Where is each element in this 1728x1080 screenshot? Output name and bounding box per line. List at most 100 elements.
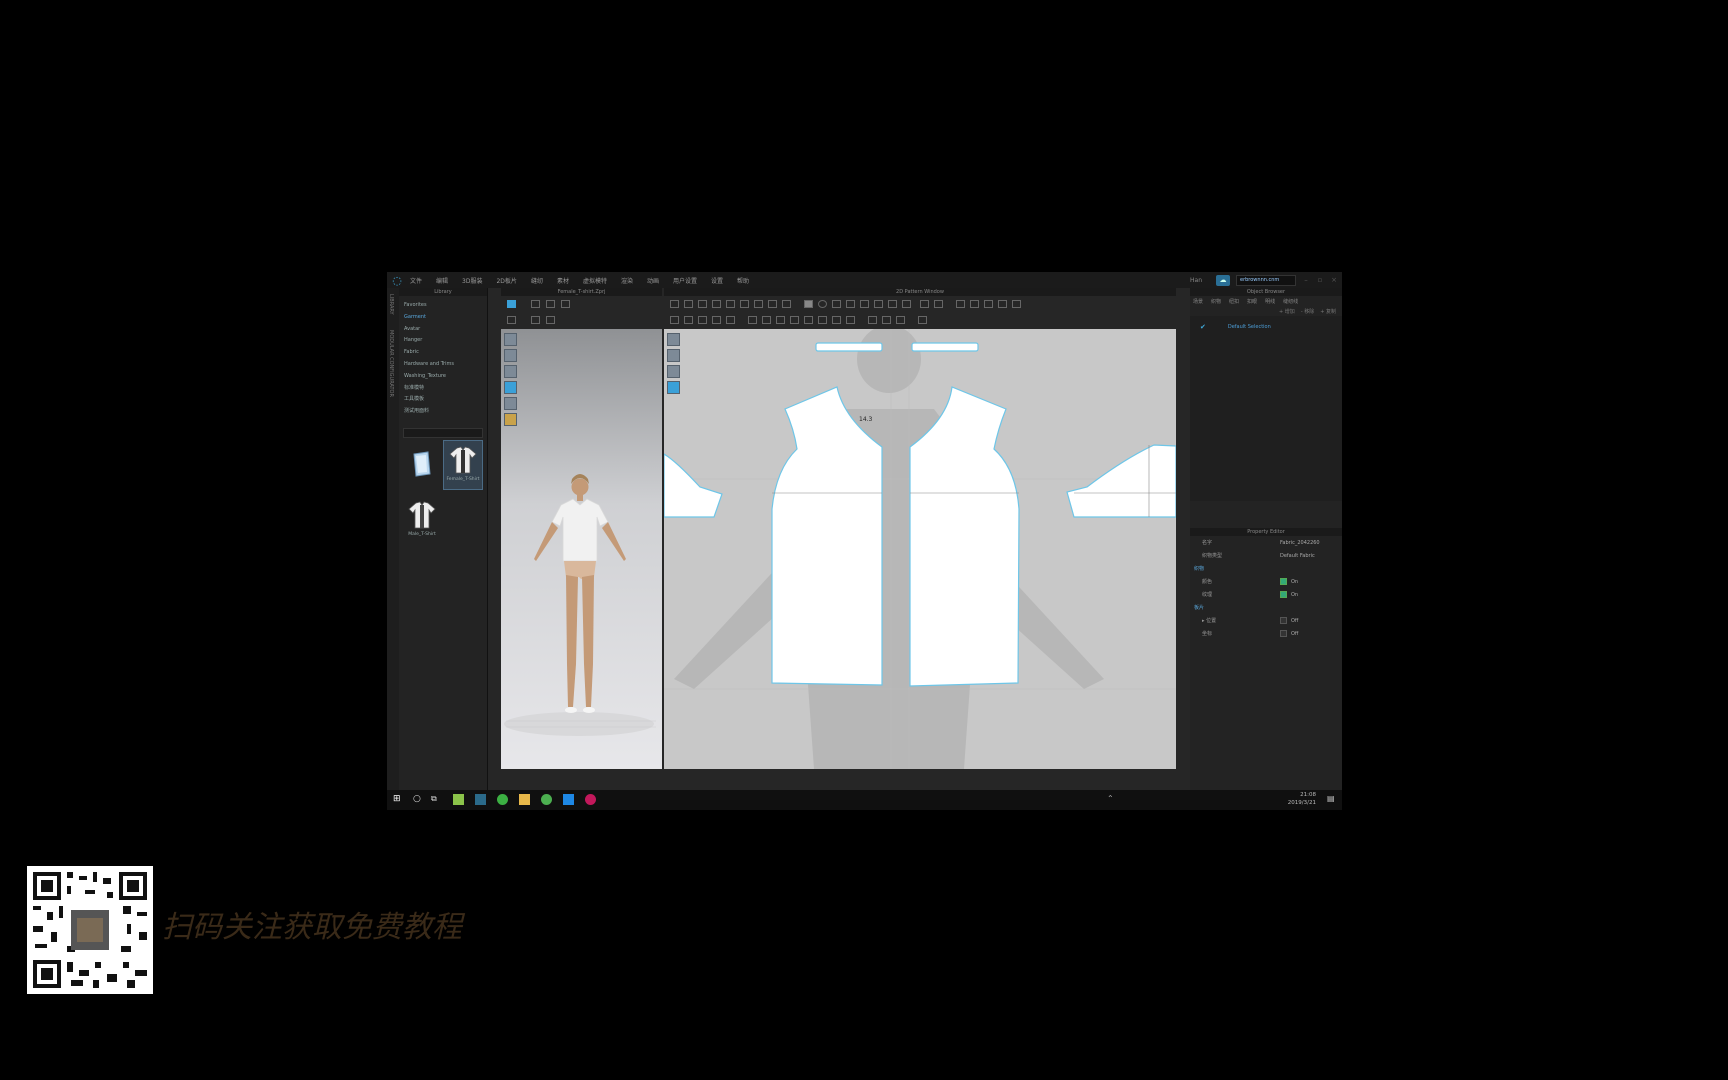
- tab-sewing-line[interactable]: 缝纫线: [1283, 298, 1298, 305]
- tab-scene[interactable]: 场景: [1193, 298, 1203, 305]
- edit-pattern-icon[interactable]: [684, 300, 693, 308]
- thumbnail-folder[interactable]: [403, 444, 441, 492]
- menu-user-settings[interactable]: 用户设置: [673, 276, 697, 285]
- symmetry-icon[interactable]: [934, 300, 943, 308]
- account-selector[interactable]: erbrownnn.cnm: [1236, 274, 1296, 286]
- clo3d-taskbar-icon[interactable]: [475, 794, 486, 805]
- trace-icon[interactable]: [888, 300, 897, 308]
- puckering-icon[interactable]: [776, 316, 785, 324]
- library-item-hanger[interactable]: Hanger: [404, 335, 482, 347]
- seamline-icon[interactable]: [818, 316, 827, 324]
- menu-settings[interactable]: 设置: [711, 276, 723, 285]
- library-item-fabric[interactable]: Fabric: [404, 347, 482, 359]
- tab-modular-configurator[interactable]: MODULAR CONFIGURATOR: [388, 330, 394, 397]
- close-icon[interactable]: ×: [1330, 276, 1338, 284]
- library-item-garment[interactable]: Garment: [404, 312, 482, 324]
- 3d-viewport[interactable]: [501, 329, 662, 769]
- menu-2d-pattern[interactable]: 2D板片: [496, 276, 516, 285]
- 2d-pattern-canvas[interactable]: 14.3: [664, 329, 1176, 769]
- display-fill-icon[interactable]: [667, 381, 680, 394]
- checkbox-icon[interactable]: [1280, 630, 1287, 637]
- recorder-icon[interactable]: [585, 794, 596, 805]
- annotation-icon[interactable]: [984, 300, 993, 308]
- fit-map-icon[interactable]: [531, 316, 540, 324]
- windows-start-icon[interactable]: ⊞: [393, 794, 404, 805]
- color-toggle[interactable]: On: [1280, 578, 1298, 585]
- fold-arrangement-icon[interactable]: [726, 316, 735, 324]
- tab-fabric[interactable]: 织物: [1211, 298, 1221, 305]
- zipper-icon[interactable]: [1012, 300, 1021, 308]
- menu-sewing[interactable]: 缝纫: [531, 276, 543, 285]
- minimize-icon[interactable]: –: [1302, 276, 1310, 284]
- property-name-field[interactable]: Fabric_2042260: [1280, 540, 1320, 546]
- wechat-icon[interactable]: [497, 794, 508, 805]
- library-item-favorites[interactable]: Favorites: [404, 300, 482, 312]
- segment-sewing-icon[interactable]: [670, 316, 679, 324]
- edit-sewing-icon[interactable]: [698, 316, 707, 324]
- check-sewing-icon[interactable]: [712, 316, 721, 324]
- browser-icon[interactable]: [563, 794, 574, 805]
- menu-materials[interactable]: 素材: [557, 276, 569, 285]
- menu-render[interactable]: 渲染: [621, 276, 633, 285]
- texture-toggle[interactable]: On: [1280, 591, 1298, 598]
- library-item-avatar[interactable]: Avatar: [404, 324, 482, 336]
- avatar-measure-icon[interactable]: [507, 316, 516, 324]
- add-point-icon[interactable]: [712, 300, 721, 308]
- cut-icon[interactable]: [754, 300, 763, 308]
- remove-button[interactable]: - 移除: [1301, 308, 1314, 315]
- file-explorer-icon[interactable]: [519, 794, 530, 805]
- pattern-list-icon[interactable]: [896, 316, 905, 324]
- notification-icon[interactable]: ▤: [1327, 794, 1338, 805]
- internal-rect-icon[interactable]: [846, 300, 855, 308]
- fold-icon[interactable]: [768, 300, 777, 308]
- dart-icon[interactable]: [874, 300, 883, 308]
- search-icon[interactable]: ○: [413, 794, 424, 805]
- menu-3d-garment[interactable]: 3D服装: [462, 276, 482, 285]
- checkbox-icon[interactable]: [1280, 578, 1287, 585]
- library-item-test-fabric[interactable]: 测试用面料: [404, 406, 482, 418]
- task-view-icon[interactable]: ⧉: [431, 794, 442, 805]
- measure-icon[interactable]: [846, 316, 855, 324]
- tray-icons[interactable]: ⌃: [1107, 794, 1118, 805]
- maximize-icon[interactable]: ▫: [1316, 276, 1324, 284]
- property-section-fabric[interactable]: 织物: [1190, 562, 1342, 575]
- piping-icon[interactable]: [832, 316, 841, 324]
- menu-help[interactable]: 帮助: [737, 276, 749, 285]
- select-move-icon[interactable]: [507, 300, 516, 308]
- add-button[interactable]: + 增加: [1279, 308, 1295, 315]
- tab-buttonhole[interactable]: 扣眼: [1247, 298, 1257, 305]
- rectangle-icon[interactable]: [804, 300, 813, 308]
- list-item[interactable]: ✔ Default Selection: [1190, 322, 1340, 332]
- graphic-icon[interactable]: [762, 316, 771, 324]
- button-icon[interactable]: [956, 300, 965, 308]
- menu-animation[interactable]: 动画: [647, 276, 659, 285]
- app-logo-icon[interactable]: ◌: [390, 273, 404, 287]
- display-sewing-icon[interactable]: [667, 349, 680, 362]
- checkbox-icon[interactable]: [1280, 617, 1287, 624]
- grade-icon[interactable]: [902, 300, 911, 308]
- free-sewing-icon[interactable]: [684, 316, 693, 324]
- library-item-washing[interactable]: Washing_Texture: [404, 371, 482, 383]
- tab-library[interactable]: LIBRARY: [388, 294, 394, 315]
- edit-curve-icon[interactable]: [698, 300, 707, 308]
- copy-button[interactable]: + 复制: [1320, 308, 1336, 315]
- polygon-icon[interactable]: [726, 300, 735, 308]
- pleat-icon[interactable]: [920, 300, 929, 308]
- clock[interactable]: 21:08 2019/3/21: [1288, 791, 1316, 807]
- print-layout-icon[interactable]: [918, 316, 927, 324]
- tab-button[interactable]: 纽扣: [1229, 298, 1239, 305]
- strain-map-icon[interactable]: [546, 316, 555, 324]
- cloud-icon[interactable]: ☁: [1216, 274, 1230, 286]
- display-pattern-icon[interactable]: [667, 333, 680, 346]
- pin-icon[interactable]: [531, 300, 540, 308]
- circle-icon[interactable]: [818, 300, 827, 308]
- app-launcher-icon[interactable]: [453, 794, 464, 805]
- text-icon[interactable]: [970, 300, 979, 308]
- tack-icon[interactable]: [561, 300, 570, 308]
- display-grid-icon[interactable]: [667, 365, 680, 378]
- grading-icon[interactable]: [868, 316, 877, 324]
- tab-topstitch[interactable]: 明线: [1265, 298, 1275, 305]
- menu-edit[interactable]: 编辑: [436, 276, 448, 285]
- topstitch-icon[interactable]: [790, 316, 799, 324]
- transform-pattern-icon[interactable]: [670, 300, 679, 308]
